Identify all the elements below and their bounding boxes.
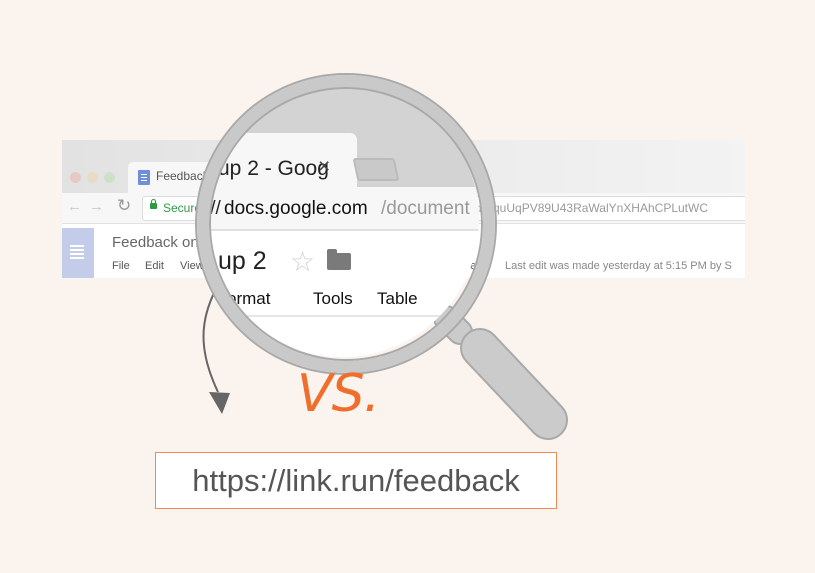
short-url-box: https://link.run/feedback bbox=[155, 452, 557, 509]
vs-label: VS. bbox=[297, 364, 380, 424]
short-url-text[interactable]: https://link.run/feedback bbox=[156, 453, 556, 508]
magnifier-ring bbox=[197, 75, 495, 373]
